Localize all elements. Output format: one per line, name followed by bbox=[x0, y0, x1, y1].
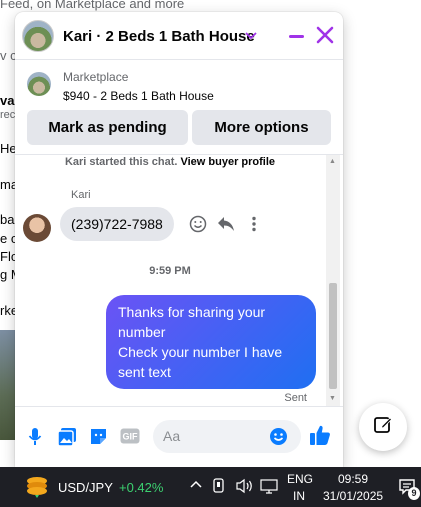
background-photo bbox=[0, 330, 16, 440]
chat-title[interactable]: Kari · 2 Beds 1 Bath House bbox=[63, 28, 255, 45]
scroll-up-icon[interactable]: ▲ bbox=[329, 158, 336, 165]
more-options-button[interactable]: More options bbox=[192, 110, 331, 145]
chat-window: Kari · 2 Beds 1 Bath House Marketplace $… bbox=[15, 12, 343, 467]
photo-icon[interactable] bbox=[57, 427, 77, 452]
listing-description[interactable]: $940 - 2 Beds 1 Bath House bbox=[63, 89, 214, 103]
background-top-text: Feed, on Marketplace and more bbox=[0, 0, 185, 11]
minimize-icon[interactable] bbox=[288, 26, 306, 46]
outgoing-line: number bbox=[118, 324, 166, 340]
device-icon[interactable] bbox=[212, 478, 226, 497]
marketplace-panel: Marketplace $940 - 2 Beds 1 Bath House M… bbox=[15, 61, 343, 153]
clock-time[interactable]: 09:59 bbox=[338, 472, 368, 486]
coins-icon[interactable] bbox=[24, 475, 50, 502]
language-code[interactable]: ENG bbox=[287, 472, 313, 486]
scrollbar[interactable]: ▲ ▼ bbox=[326, 155, 340, 406]
reply-icon[interactable] bbox=[217, 216, 235, 236]
microphone-icon[interactable] bbox=[28, 427, 42, 452]
outgoing-line: Check your number I have bbox=[118, 344, 283, 360]
chat-header[interactable]: Kari · 2 Beds 1 Bath House bbox=[15, 12, 343, 60]
network-icon[interactable] bbox=[260, 479, 278, 497]
clock-date[interactable]: 31/01/2025 bbox=[323, 489, 383, 503]
like-icon[interactable] bbox=[309, 424, 331, 451]
message-input-wrapper[interactable] bbox=[153, 420, 301, 453]
language-region[interactable]: IN bbox=[293, 489, 305, 503]
gif-icon[interactable]: GIF bbox=[120, 428, 140, 449]
listing-avatar[interactable] bbox=[22, 20, 54, 52]
listing-thumbnail[interactable] bbox=[27, 72, 51, 96]
chevron-down-icon[interactable] bbox=[245, 27, 257, 43]
compose-icon bbox=[373, 415, 393, 440]
more-actions-icon[interactable] bbox=[251, 216, 257, 236]
message-input[interactable] bbox=[163, 428, 263, 444]
delivery-status: Sent bbox=[284, 392, 307, 404]
system-started-text: Kari started this chat. bbox=[64, 156, 178, 168]
outgoing-line: sent text bbox=[118, 364, 171, 380]
view-buyer-profile-link[interactable]: View buyer profile bbox=[180, 156, 275, 168]
outgoing-line: Thanks for sharing your bbox=[118, 304, 266, 320]
emoji-icon[interactable] bbox=[269, 427, 288, 451]
gif-label: GIF bbox=[123, 432, 139, 442]
message-list: Kari started this chat. View buyer profi… bbox=[15, 154, 343, 406]
close-icon[interactable] bbox=[315, 24, 335, 46]
sender-name: Kari bbox=[71, 189, 91, 201]
ticker-change: +0.42% bbox=[119, 480, 164, 495]
background-fragment: va bbox=[0, 93, 15, 108]
scroll-down-icon[interactable]: ▼ bbox=[329, 395, 336, 402]
scrollbar-thumb[interactable] bbox=[329, 283, 337, 389]
mark-as-pending-button[interactable]: Mark as pending bbox=[27, 110, 188, 145]
system-message: Kari started this chat. View buyer profi… bbox=[15, 156, 325, 168]
message-timestamp: 9:59 PM bbox=[149, 265, 191, 277]
incoming-message[interactable]: (239)722-7988 bbox=[60, 207, 174, 241]
avatar[interactable] bbox=[23, 214, 51, 242]
background-fragment: rec bbox=[0, 109, 16, 121]
volume-icon[interactable] bbox=[235, 478, 255, 497]
notification-badge: 9 bbox=[408, 487, 420, 500]
sticker-icon[interactable] bbox=[89, 427, 108, 451]
marketplace-label: Marketplace bbox=[63, 70, 129, 84]
outgoing-message[interactable]: Thanks for sharing your number Check you… bbox=[106, 295, 316, 389]
taskbar: USD/JPY +0.42% ENG IN 09:59 31/01/2025 9 bbox=[0, 467, 421, 507]
composer: GIF bbox=[15, 406, 343, 467]
chevron-up-icon[interactable] bbox=[190, 479, 202, 494]
new-message-button[interactable] bbox=[359, 403, 407, 451]
ticker-symbol[interactable]: USD/JPY bbox=[58, 480, 113, 495]
react-emoji-icon[interactable] bbox=[189, 215, 207, 237]
